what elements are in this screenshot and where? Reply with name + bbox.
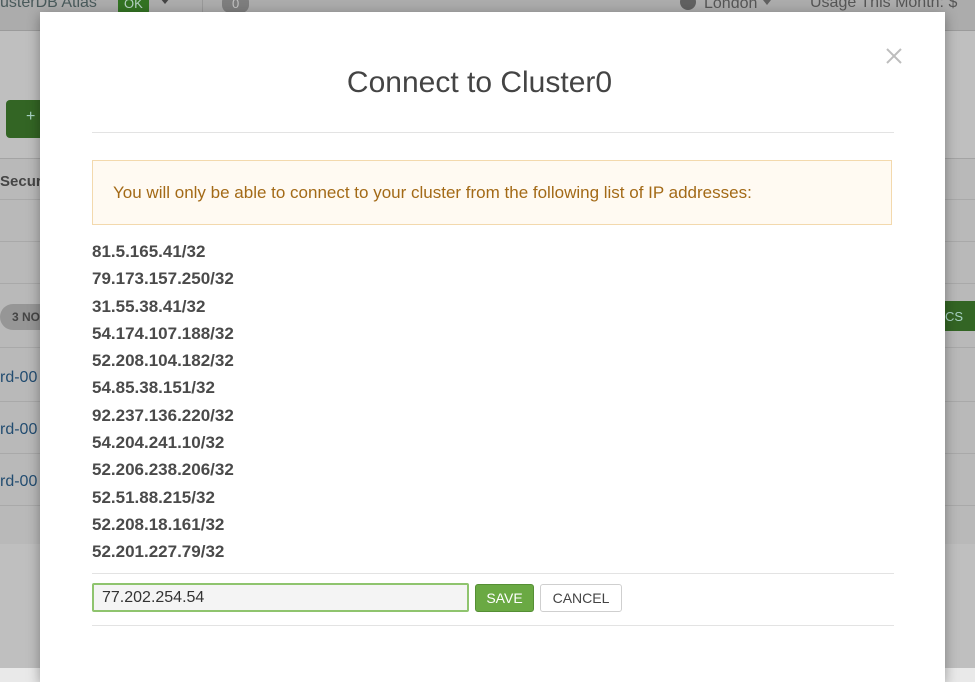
ip-address-item: 52.206.238.206/32 <box>92 460 234 480</box>
ip-whitelist: 81.5.165.41/32 79.173.157.250/32 31.55.3… <box>92 238 234 566</box>
ip-address-item: 81.5.165.41/32 <box>92 242 206 261</box>
ip-address-item: 92.237.136.220/32 <box>92 405 234 425</box>
close-icon[interactable] <box>882 44 906 68</box>
save-button[interactable]: SAVE <box>475 584 534 612</box>
ip-address-item: 54.85.38.151/32 <box>92 378 215 398</box>
divider <box>92 573 894 574</box>
cancel-button[interactable]: CANCEL <box>540 584 622 612</box>
ip-address-item: 31.55.38.41/32 <box>92 296 206 316</box>
ip-address-input[interactable] <box>92 583 469 612</box>
ip-address-item: 79.173.157.250/32 <box>92 269 234 289</box>
warning-alert: You will only be able to connect to your… <box>92 160 892 225</box>
divider <box>92 625 894 626</box>
modal-title: Connect to Cluster0 <box>346 66 613 99</box>
ip-address-item: 54.174.107.188/32 <box>92 323 234 343</box>
ip-address-item: 52.51.88.215/32 <box>92 487 215 507</box>
connect-modal: Connect to Cluster0 You will only be abl… <box>40 12 945 682</box>
ip-address-item: 52.208.18.161/32 <box>92 514 225 534</box>
ip-address-item: 52.201.227.79/32 <box>92 542 225 562</box>
ip-address-item: 52.208.104.182/32 <box>92 351 234 371</box>
divider <box>92 132 894 133</box>
ip-address-item: 54.204.241.10/32 <box>92 433 225 453</box>
